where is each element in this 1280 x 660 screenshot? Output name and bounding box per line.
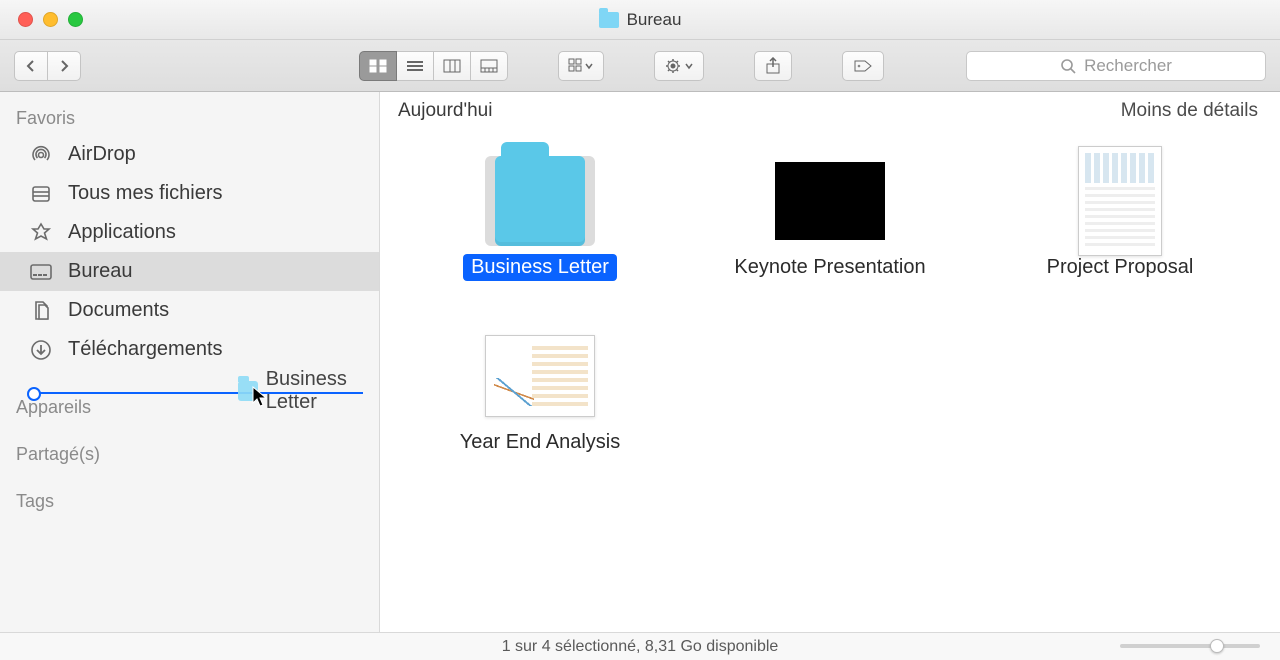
sidebar-item-label: Documents (68, 299, 169, 322)
sidebar-item-label: AirDrop (68, 143, 136, 166)
minimize-window-button[interactable] (43, 12, 58, 27)
file-grid: Business Letter Keynote Presentation Pro… (380, 126, 1280, 486)
sidebar-tags-header: Tags (0, 485, 379, 518)
content-area: Aujourd'hui Moins de détails Business Le… (380, 92, 1280, 632)
toolbar: Rechercher (0, 40, 1280, 92)
window-title: Bureau (599, 10, 682, 30)
status-bar: 1 sur 4 sélectionné, 8,31 Go disponible (0, 632, 1280, 660)
view-icons-button[interactable] (359, 51, 397, 81)
sidebar-item-label: Applications (68, 221, 176, 244)
window-controls (18, 12, 83, 27)
sidebar-shared-header: Partagé(s) (0, 438, 379, 471)
tags-button[interactable] (842, 51, 884, 81)
back-button[interactable] (14, 51, 48, 81)
window-title-text: Bureau (627, 10, 682, 30)
share-button[interactable] (754, 51, 792, 81)
document-thumbnail-icon (1065, 156, 1175, 246)
search-input[interactable]: Rechercher (966, 51, 1266, 81)
keynote-thumbnail-icon (775, 156, 885, 246)
forward-button[interactable] (48, 51, 81, 81)
sidebar: Favoris AirDrop Tous mes fichiers Applic… (0, 92, 380, 632)
all-files-icon (28, 183, 54, 205)
view-list-button[interactable] (397, 51, 434, 81)
airdrop-icon (28, 144, 54, 166)
detail-toggle[interactable]: Moins de détails (1121, 100, 1258, 122)
spreadsheet-thumbnail-icon (485, 331, 595, 421)
file-item-business-letter[interactable]: Business Letter (463, 156, 617, 281)
sidebar-item-allfiles[interactable]: Tous mes fichiers (0, 174, 379, 213)
sidebar-item-label: Tous mes fichiers (68, 182, 223, 205)
sidebar-item-desktop[interactable]: Bureau (0, 252, 379, 291)
sidebar-item-applications[interactable]: Applications (0, 213, 379, 252)
nav-buttons (14, 51, 81, 81)
applications-icon (28, 222, 54, 244)
file-name: Business Letter (463, 254, 617, 281)
view-columns-button[interactable] (434, 51, 471, 81)
action-dropdown[interactable] (654, 51, 704, 81)
arrange-dropdown[interactable] (558, 51, 604, 81)
file-item-year-end-analysis[interactable]: Year End Analysis (452, 331, 628, 456)
file-item-keynote[interactable]: Keynote Presentation (726, 156, 933, 281)
folder-icon (599, 12, 619, 28)
sidebar-item-label: Téléchargements (68, 338, 223, 361)
zoom-slider[interactable] (1120, 639, 1260, 653)
sidebar-favorites-header: Favoris (0, 102, 379, 135)
file-name: Year End Analysis (452, 429, 628, 456)
sidebar-item-label: Bureau (68, 260, 133, 283)
file-name: Project Proposal (1039, 254, 1202, 281)
close-window-button[interactable] (18, 12, 33, 27)
zoom-thumb[interactable] (1210, 639, 1224, 653)
downloads-icon (28, 339, 54, 361)
section-header: Aujourd'hui (398, 100, 492, 122)
file-item-project-proposal[interactable]: Project Proposal (1039, 156, 1202, 281)
folder-icon (485, 156, 595, 246)
fullscreen-window-button[interactable] (68, 12, 83, 27)
title-bar: Bureau (0, 0, 1280, 40)
search-placeholder: Rechercher (1084, 56, 1172, 76)
sidebar-item-airdrop[interactable]: AirDrop (0, 135, 379, 174)
zoom-track (1120, 644, 1260, 648)
drag-ghost-label: Business Letter (266, 368, 379, 414)
sidebar-item-downloads[interactable]: Téléchargements (0, 330, 379, 369)
view-mode-group (359, 51, 508, 81)
documents-icon (28, 300, 54, 322)
file-name: Keynote Presentation (726, 254, 933, 281)
sidebar-item-documents[interactable]: Documents (0, 291, 379, 330)
desktop-icon (28, 261, 54, 283)
main-split: Favoris AirDrop Tous mes fichiers Applic… (0, 92, 1280, 632)
content-header: Aujourd'hui Moins de détails (380, 92, 1280, 126)
search-icon (1060, 58, 1076, 74)
view-gallery-button[interactable] (471, 51, 508, 81)
status-text: 1 sur 4 sélectionné, 8,31 Go disponible (502, 638, 779, 656)
